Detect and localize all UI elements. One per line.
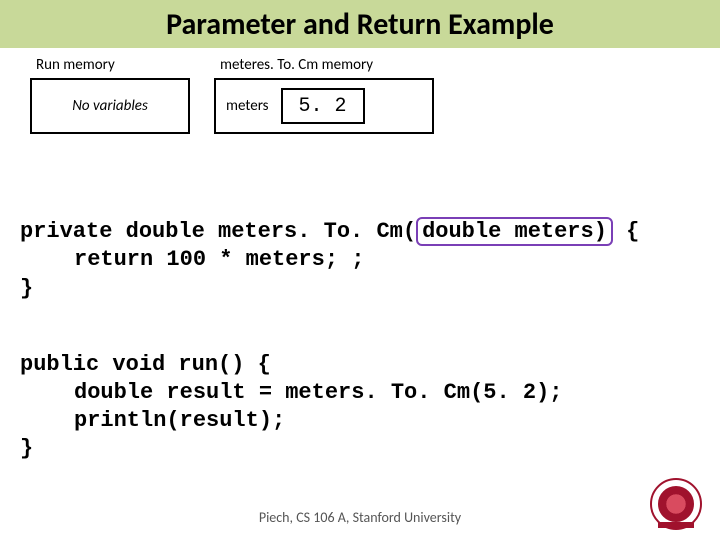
footer-text: Piech, CS 106 A, Stanford University — [0, 509, 720, 526]
close-brace-1: } — [20, 276, 33, 301]
slide-title: Parameter and Return Example — [166, 6, 554, 43]
code-block-run: public void run() { double result = mete… — [20, 351, 720, 464]
var-value-box: 5. 2 — [281, 88, 365, 124]
run-memory-box: No variables — [30, 78, 190, 134]
sig-prefix: private double meters. To. Cm( — [20, 219, 416, 244]
title-bar: Parameter and Return Example — [0, 0, 720, 48]
sig-suffix: { — [613, 219, 639, 244]
memory-row: Run memory No variables meteres. To. Cm … — [0, 48, 720, 134]
code-area: private double meters. To. Cm(double met… — [0, 134, 720, 540]
run-memory-content: No variables — [72, 97, 148, 115]
var-label-meters: meters — [226, 97, 269, 115]
run-memory-header: Run memory — [30, 56, 190, 78]
fn-memory-box: meters 5. 2 — [214, 78, 434, 134]
run-line-2: println(result); — [20, 407, 285, 435]
fn-memory-header: meteres. To. Cm memory — [214, 56, 434, 78]
run-memory-column: Run memory No variables — [30, 56, 190, 134]
stanford-seal-icon — [650, 478, 702, 530]
fn-memory-column: meteres. To. Cm memory meters 5. 2 — [214, 56, 434, 134]
param-highlight: double meters) — [416, 217, 613, 246]
code-block-meterstocm: private double meters. To. Cm(double met… — [20, 218, 720, 302]
run-line-1: double result = meters. To. Cm(5. 2); — [20, 379, 562, 407]
close-brace-2: } — [20, 436, 33, 461]
return-line: return 100 * meters; ; — [20, 246, 364, 274]
run-sig: public void run() { — [20, 352, 271, 377]
var-value-meters: 5. 2 — [299, 95, 347, 118]
